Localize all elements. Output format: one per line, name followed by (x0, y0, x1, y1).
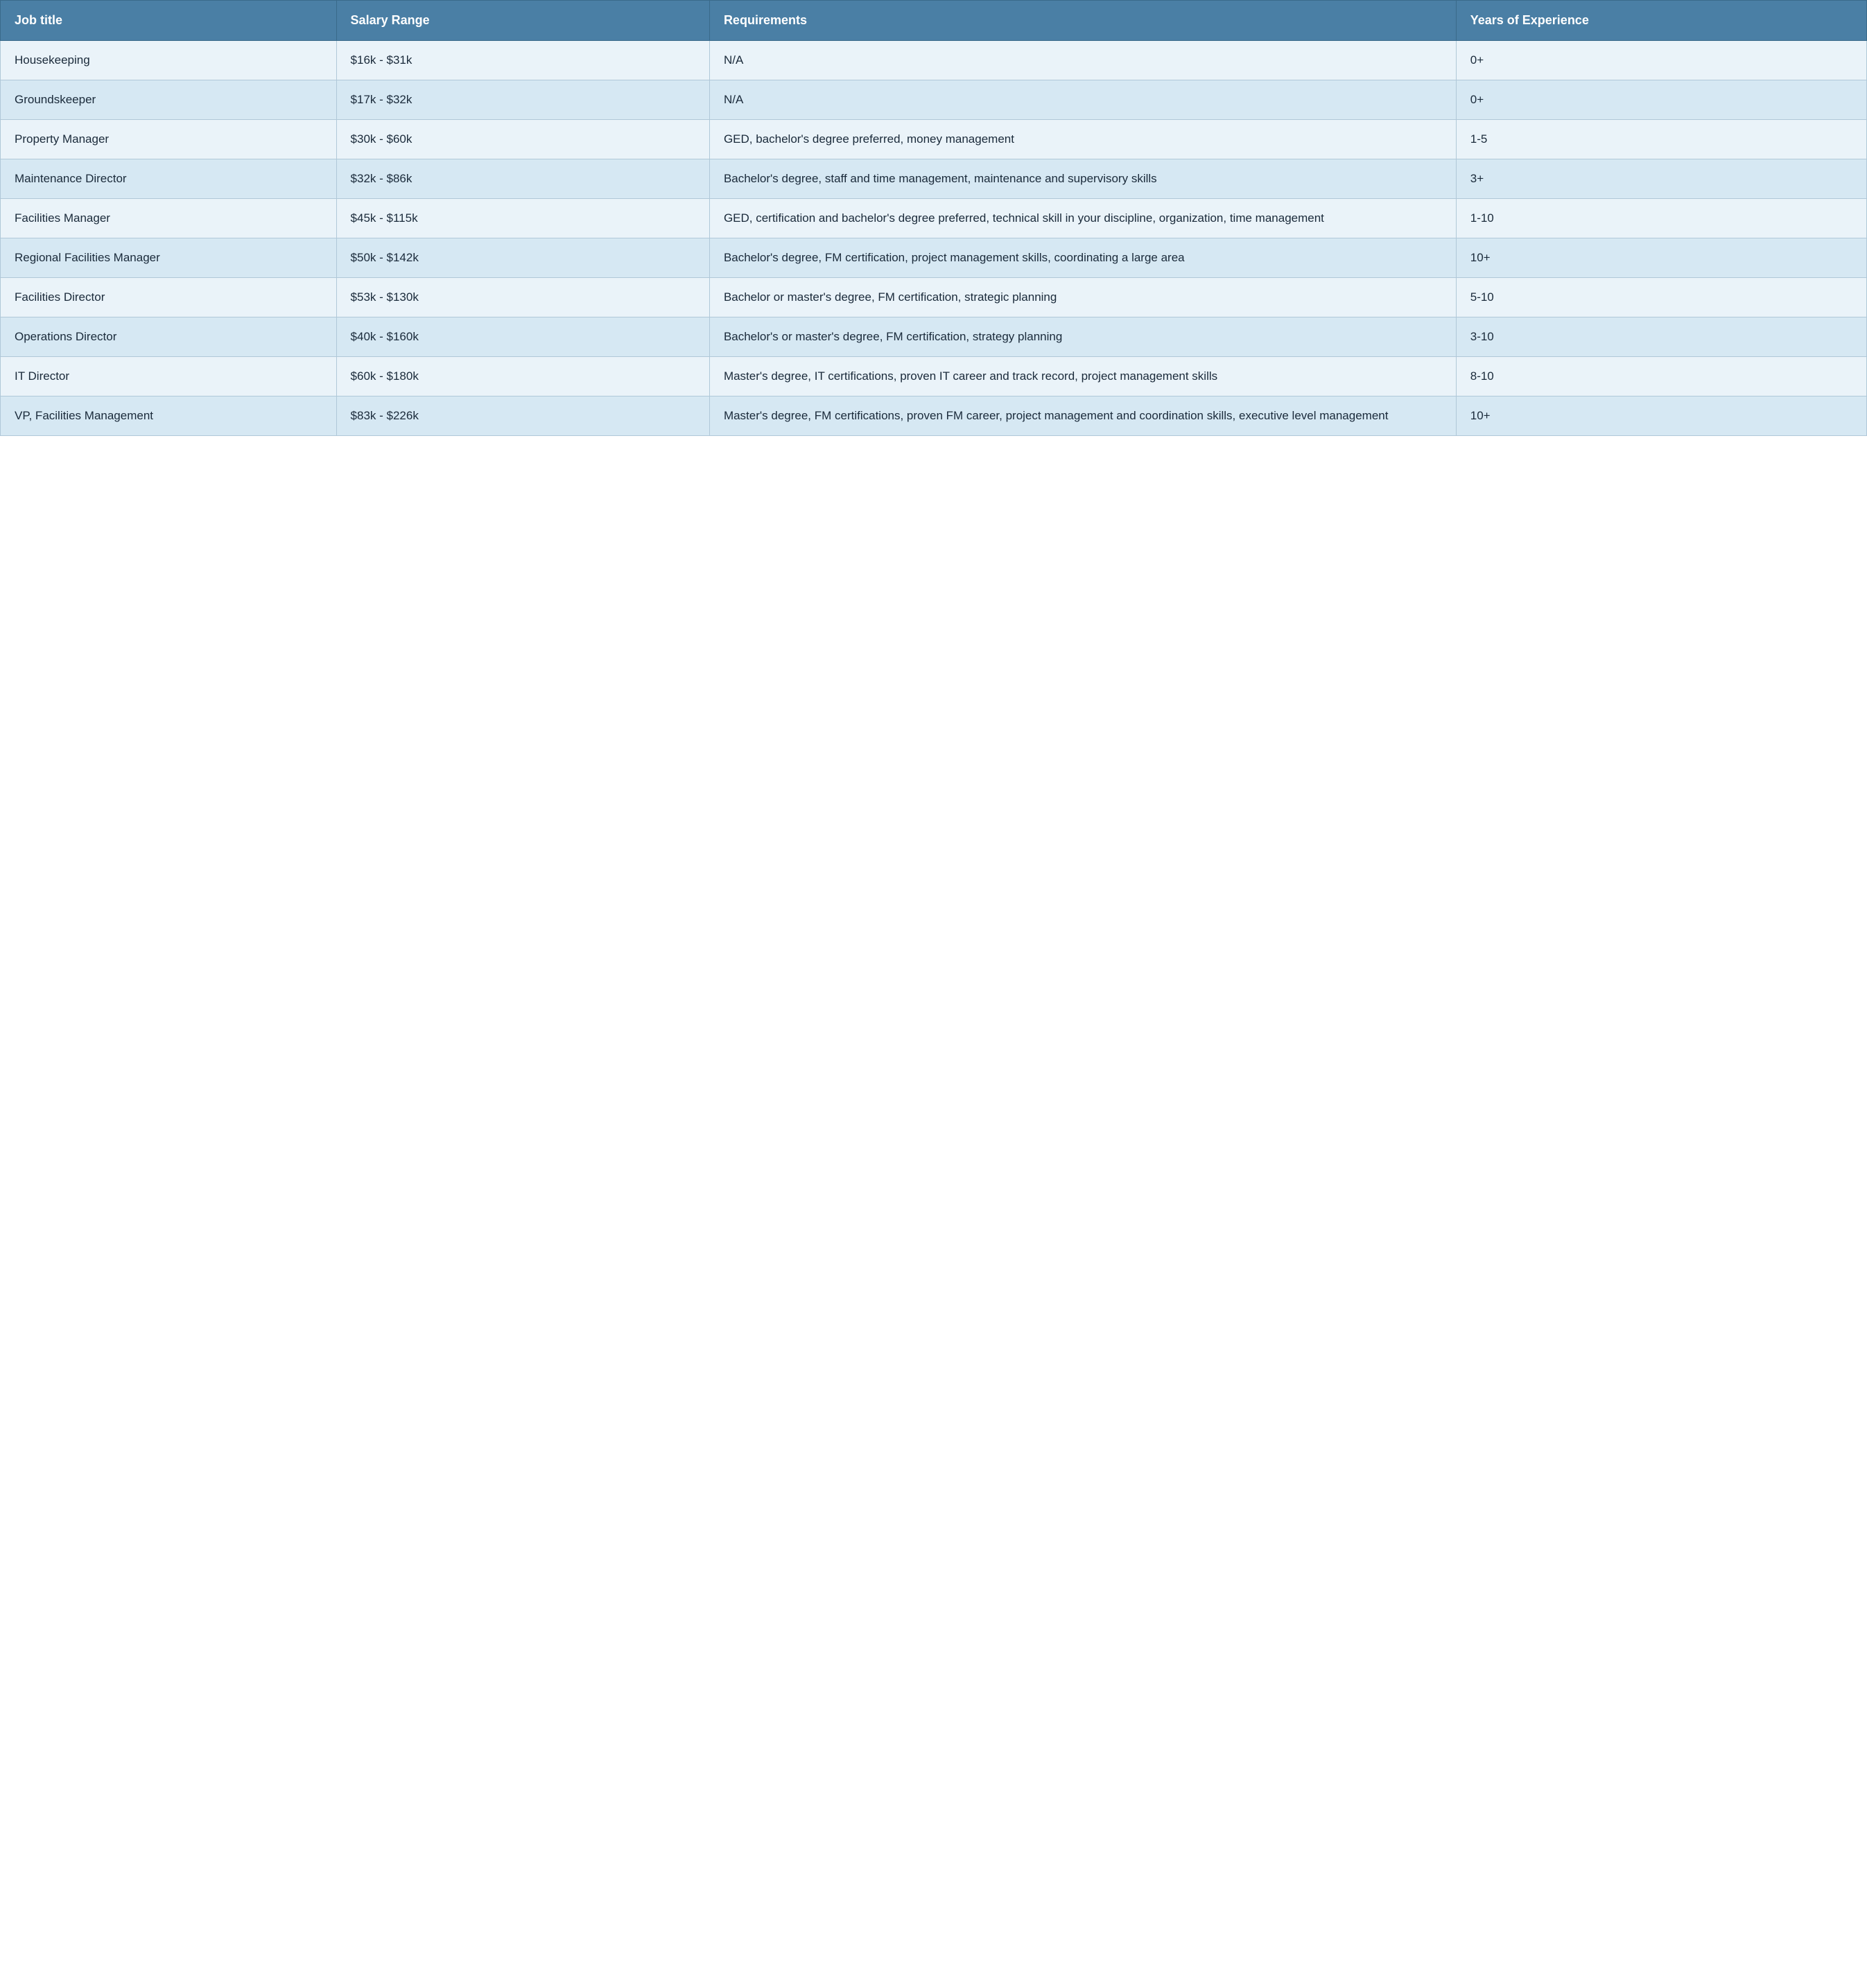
salary-range-cell: $45k - $115k (336, 199, 709, 238)
job-title-cell: Groundskeeper (1, 80, 337, 120)
years-experience-cell: 0+ (1456, 41, 1866, 80)
table-row: Facilities Director$53k - $130kBachelor … (1, 278, 1867, 317)
years-experience-cell: 0+ (1456, 80, 1866, 120)
header-requirements: Requirements (709, 1, 1456, 41)
job-title-cell: VP, Facilities Management (1, 396, 337, 436)
years-experience-cell: 10+ (1456, 238, 1866, 278)
job-title-cell: Operations Director (1, 317, 337, 357)
requirements-cell: Master's degree, IT certifications, prov… (709, 357, 1456, 396)
salary-range-cell: $32k - $86k (336, 159, 709, 199)
table-row: Facilities Manager$45k - $115kGED, certi… (1, 199, 1867, 238)
requirements-cell: Bachelor or master's degree, FM certific… (709, 278, 1456, 317)
header-salary-range: Salary Range (336, 1, 709, 41)
salary-range-cell: $17k - $32k (336, 80, 709, 120)
years-experience-cell: 3+ (1456, 159, 1866, 199)
header-years-experience: Years of Experience (1456, 1, 1866, 41)
requirements-cell: N/A (709, 80, 1456, 120)
requirements-cell: GED, bachelor's degree preferred, money … (709, 120, 1456, 159)
years-experience-cell: 1-5 (1456, 120, 1866, 159)
job-title-cell: IT Director (1, 357, 337, 396)
years-experience-cell: 3-10 (1456, 317, 1866, 357)
job-title-cell: Facilities Manager (1, 199, 337, 238)
header-job-title: Job title (1, 1, 337, 41)
salary-range-cell: $50k - $142k (336, 238, 709, 278)
requirements-cell: Bachelor's degree, staff and time manage… (709, 159, 1456, 199)
job-title-cell: Maintenance Director (1, 159, 337, 199)
requirements-cell: Master's degree, FM certifications, prov… (709, 396, 1456, 436)
table-row: Maintenance Director$32k - $86kBachelor'… (1, 159, 1867, 199)
table-row: IT Director$60k - $180kMaster's degree, … (1, 357, 1867, 396)
years-experience-cell: 10+ (1456, 396, 1866, 436)
job-title-cell: Housekeeping (1, 41, 337, 80)
table-row: Property Manager$30k - $60kGED, bachelor… (1, 120, 1867, 159)
salary-range-cell: $53k - $130k (336, 278, 709, 317)
job-title-cell: Facilities Director (1, 278, 337, 317)
salary-range-cell: $30k - $60k (336, 120, 709, 159)
table-header-row: Job title Salary Range Requirements Year… (1, 1, 1867, 41)
table-row: VP, Facilities Management$83k - $226kMas… (1, 396, 1867, 436)
salary-range-cell: $60k - $180k (336, 357, 709, 396)
salary-range-cell: $83k - $226k (336, 396, 709, 436)
table-row: Regional Facilities Manager$50k - $142kB… (1, 238, 1867, 278)
requirements-cell: Bachelor's or master's degree, FM certif… (709, 317, 1456, 357)
table-row: Operations Director$40k - $160kBachelor'… (1, 317, 1867, 357)
job-title-cell: Property Manager (1, 120, 337, 159)
years-experience-cell: 5-10 (1456, 278, 1866, 317)
job-title-cell: Regional Facilities Manager (1, 238, 337, 278)
years-experience-cell: 1-10 (1456, 199, 1866, 238)
salary-range-cell: $16k - $31k (336, 41, 709, 80)
table-row: Groundskeeper$17k - $32kN/A0+ (1, 80, 1867, 120)
table-row: Housekeeping$16k - $31kN/A0+ (1, 41, 1867, 80)
salary-range-cell: $40k - $160k (336, 317, 709, 357)
requirements-cell: N/A (709, 41, 1456, 80)
facilities-jobs-table: Job title Salary Range Requirements Year… (0, 0, 1867, 436)
requirements-cell: Bachelor's degree, FM certification, pro… (709, 238, 1456, 278)
years-experience-cell: 8-10 (1456, 357, 1866, 396)
requirements-cell: GED, certification and bachelor's degree… (709, 199, 1456, 238)
